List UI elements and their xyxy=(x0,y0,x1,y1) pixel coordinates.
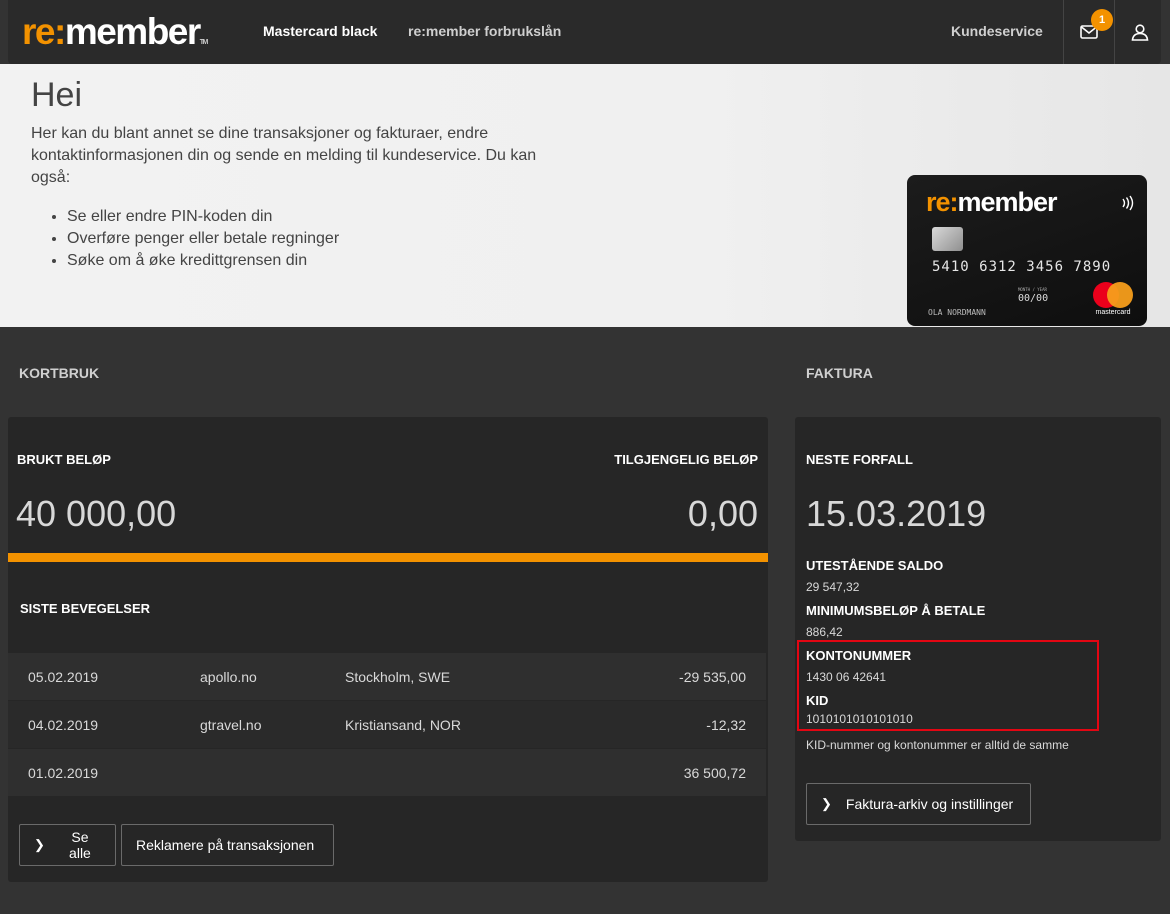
tx-date: 04.02.2019 xyxy=(28,717,99,733)
kortbruk-title: KORTBRUK xyxy=(19,365,100,381)
card-holder: OLA NORDMANN xyxy=(928,308,986,317)
tx-date: 01.02.2019 xyxy=(28,765,99,781)
used-amount-label: BRUKT BELØP xyxy=(17,452,111,467)
min-amount-value: 886,42 xyxy=(806,625,843,639)
tx-merchant: gtravel.no xyxy=(200,717,262,733)
next-due-label: NESTE FORFALL xyxy=(806,452,913,467)
kid-note: KID-nummer og kontonummer er alltid de s… xyxy=(806,738,1069,752)
tx-date: 05.02.2019 xyxy=(28,669,99,685)
greeting-heading: Hei xyxy=(31,76,83,114)
contactless-icon xyxy=(1119,195,1135,214)
see-all-button[interactable]: ❯ Se alle xyxy=(19,824,116,866)
complain-button[interactable]: Reklamere på transaksjonen xyxy=(121,824,334,866)
top-header: re:memberTM Mastercard black re:member f… xyxy=(8,0,1161,64)
card-logo: re:member xyxy=(926,187,1058,217)
invoice-archive-button[interactable]: ❯ Faktura-arkiv og instillinger xyxy=(806,783,1031,825)
card-number: 5410 6312 3456 7890 xyxy=(932,259,1112,275)
highlight-box xyxy=(797,640,1099,731)
kortbruk-panel xyxy=(8,417,768,882)
card-expiry: MONTH / YEAR 00/00 xyxy=(1018,287,1049,304)
chevron-right-icon: ❯ xyxy=(34,837,45,852)
available-amount-value: 0,00 xyxy=(687,493,758,534)
faktura-title: FAKTURA xyxy=(806,365,873,381)
movements-title: SISTE BEVEGELSER xyxy=(20,601,151,616)
min-amount-label: MINIMUMSBELØP Å BETALE xyxy=(806,603,986,618)
tx-place: Stockholm, SWE xyxy=(345,669,451,685)
intro-text: Her kan du blant annet se dine transaksj… xyxy=(31,125,537,186)
mastercard-logo: mastercard xyxy=(1088,279,1138,319)
nav-forbrukslan[interactable]: re:member forbrukslån xyxy=(408,23,561,39)
credit-card-image: re:member 5410 6312 3456 7890 MONTH / YE… xyxy=(907,175,1147,326)
used-amount-value: 40 000,00 xyxy=(16,493,177,534)
tx-place: Kristiansand, NOR xyxy=(345,717,461,733)
balance-value: 29 547,32 xyxy=(806,580,860,594)
table-row[interactable]: 01.02.2019 36 500,72 xyxy=(8,749,766,796)
available-amount-label: TILGJENGELIG BELØP xyxy=(614,452,758,467)
feature-list: Se eller endre PIN-koden din Overføre pe… xyxy=(67,206,339,272)
profile-button[interactable] xyxy=(1114,0,1164,64)
user-icon xyxy=(1131,24,1148,41)
feature-item: Se eller endre PIN-koden din xyxy=(67,206,339,228)
table-row[interactable]: 05.02.2019 apollo.no Stockholm, SWE -29 … xyxy=(8,653,766,700)
nav-kundeservice[interactable]: Kundeservice xyxy=(951,23,1043,39)
chip-icon xyxy=(932,227,963,251)
usage-bar xyxy=(8,553,768,562)
nav-mastercard-black[interactable]: Mastercard black xyxy=(263,23,377,39)
tx-amount: -12,32 xyxy=(706,717,746,733)
notification-badge: 1 xyxy=(1091,9,1113,31)
mail-button[interactable]: 1 xyxy=(1063,0,1113,64)
remember-logo[interactable]: re:memberTM xyxy=(22,12,208,63)
tx-amount: -29 535,00 xyxy=(679,669,746,685)
balance-label: UTESTÅENDE SALDO xyxy=(806,558,944,573)
tx-merchant: apollo.no xyxy=(200,669,257,685)
faktura-panel xyxy=(795,417,1161,841)
feature-item: Søke om å øke kredittgrensen din xyxy=(67,250,339,272)
next-due-date: 15.03.2019 xyxy=(806,493,987,534)
feature-item: Overføre penger eller betale regninger xyxy=(67,228,339,250)
table-row[interactable]: 04.02.2019 gtravel.no Kristiansand, NOR … xyxy=(8,701,766,748)
tx-amount: 36 500,72 xyxy=(683,765,746,781)
chevron-right-icon: ❯ xyxy=(821,796,832,811)
